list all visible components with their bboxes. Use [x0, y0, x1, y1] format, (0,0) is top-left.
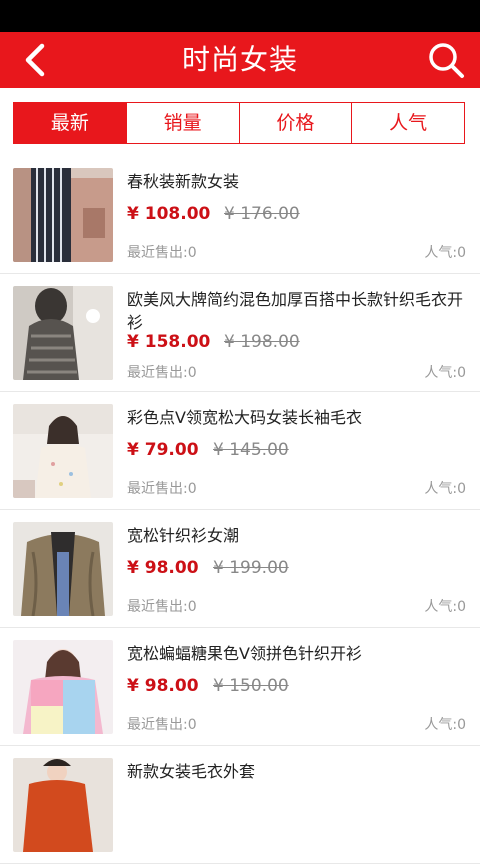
product-title[interactable]: 欧美风大牌简约混色加厚百搭中长款针织毛衣开衫 — [127, 288, 466, 334]
recent-sold: 最近售出:0 — [127, 599, 197, 615]
product-item[interactable]: 宽松蝙蝠糖果色V领拼色针织开衫 ¥ 98.00 ¥ 150.00 最近售出:0 … — [0, 628, 480, 746]
product-image[interactable] — [13, 640, 113, 734]
product-title[interactable]: 新款女装毛衣外套 — [127, 760, 466, 783]
product-original-price: ¥ 199.00 — [213, 558, 289, 578]
status-bar — [0, 0, 480, 32]
product-title[interactable]: 宽松针织衫女潮 — [127, 524, 466, 547]
product-price: ¥ 79.00 — [127, 440, 199, 460]
product-title[interactable]: 宽松蝙蝠糖果色V领拼色针织开衫 — [127, 642, 466, 665]
tab-sales[interactable]: 销量 — [125, 103, 239, 143]
tab-newest[interactable]: 最新 — [14, 103, 126, 143]
search-icon — [429, 43, 464, 78]
product-original-price: ¥ 150.00 — [213, 676, 289, 696]
page-title: 时尚女装 — [181, 43, 298, 76]
product-item[interactable]: 欧美风大牌简约混色加厚百搭中长款针织毛衣开衫 ¥ 158.00 ¥ 198.00… — [0, 274, 480, 392]
product-price: ¥ 108.00 — [127, 204, 211, 224]
product-price: ¥ 98.00 — [127, 676, 199, 696]
product-image[interactable] — [13, 404, 113, 498]
search-button[interactable] — [424, 38, 468, 82]
popularity: 人气:0 — [424, 365, 466, 381]
tab-price[interactable]: 价格 — [238, 103, 352, 143]
product-image[interactable] — [13, 168, 113, 262]
product-item[interactable]: 彩色点V领宽松大码女装长袖毛衣 ¥ 79.00 ¥ 145.00 最近售出:0 … — [0, 392, 480, 510]
popularity: 人气:0 — [424, 599, 466, 615]
product-original-price: ¥ 176.00 — [224, 204, 300, 224]
product-image[interactable] — [13, 758, 113, 852]
product-title[interactable]: 彩色点V领宽松大码女装长袖毛衣 — [127, 406, 466, 429]
product-item[interactable]: 新款女装毛衣外套 — [0, 746, 480, 864]
sort-tabs: 最新 销量 价格 人气 — [13, 102, 465, 144]
product-original-price: ¥ 145.00 — [213, 440, 289, 460]
product-list: 春秋装新款女装 ¥ 108.00 ¥ 176.00 最近售出:0 人气:0 欧美… — [0, 156, 480, 864]
popularity: 人气:0 — [424, 245, 466, 261]
recent-sold: 最近售出:0 — [127, 365, 197, 381]
product-price: ¥ 158.00 — [127, 332, 211, 352]
product-image[interactable] — [13, 286, 113, 380]
recent-sold: 最近售出:0 — [127, 245, 197, 261]
recent-sold: 最近售出:0 — [127, 481, 197, 497]
product-title[interactable]: 春秋装新款女装 — [127, 170, 466, 193]
product-item[interactable]: 宽松针织衫女潮 ¥ 98.00 ¥ 199.00 最近售出:0 人气:0 — [0, 510, 480, 628]
recent-sold: 最近售出:0 — [127, 717, 197, 733]
product-original-price: ¥ 198.00 — [224, 332, 300, 352]
product-item[interactable]: 春秋装新款女装 ¥ 108.00 ¥ 176.00 最近售出:0 人气:0 — [0, 156, 480, 274]
popularity: 人气:0 — [424, 717, 466, 733]
app-header: 时尚女装 — [0, 32, 480, 88]
product-image[interactable] — [13, 522, 113, 616]
product-price: ¥ 98.00 — [127, 558, 199, 578]
tab-popularity[interactable]: 人气 — [351, 103, 464, 143]
popularity: 人气:0 — [424, 481, 466, 497]
